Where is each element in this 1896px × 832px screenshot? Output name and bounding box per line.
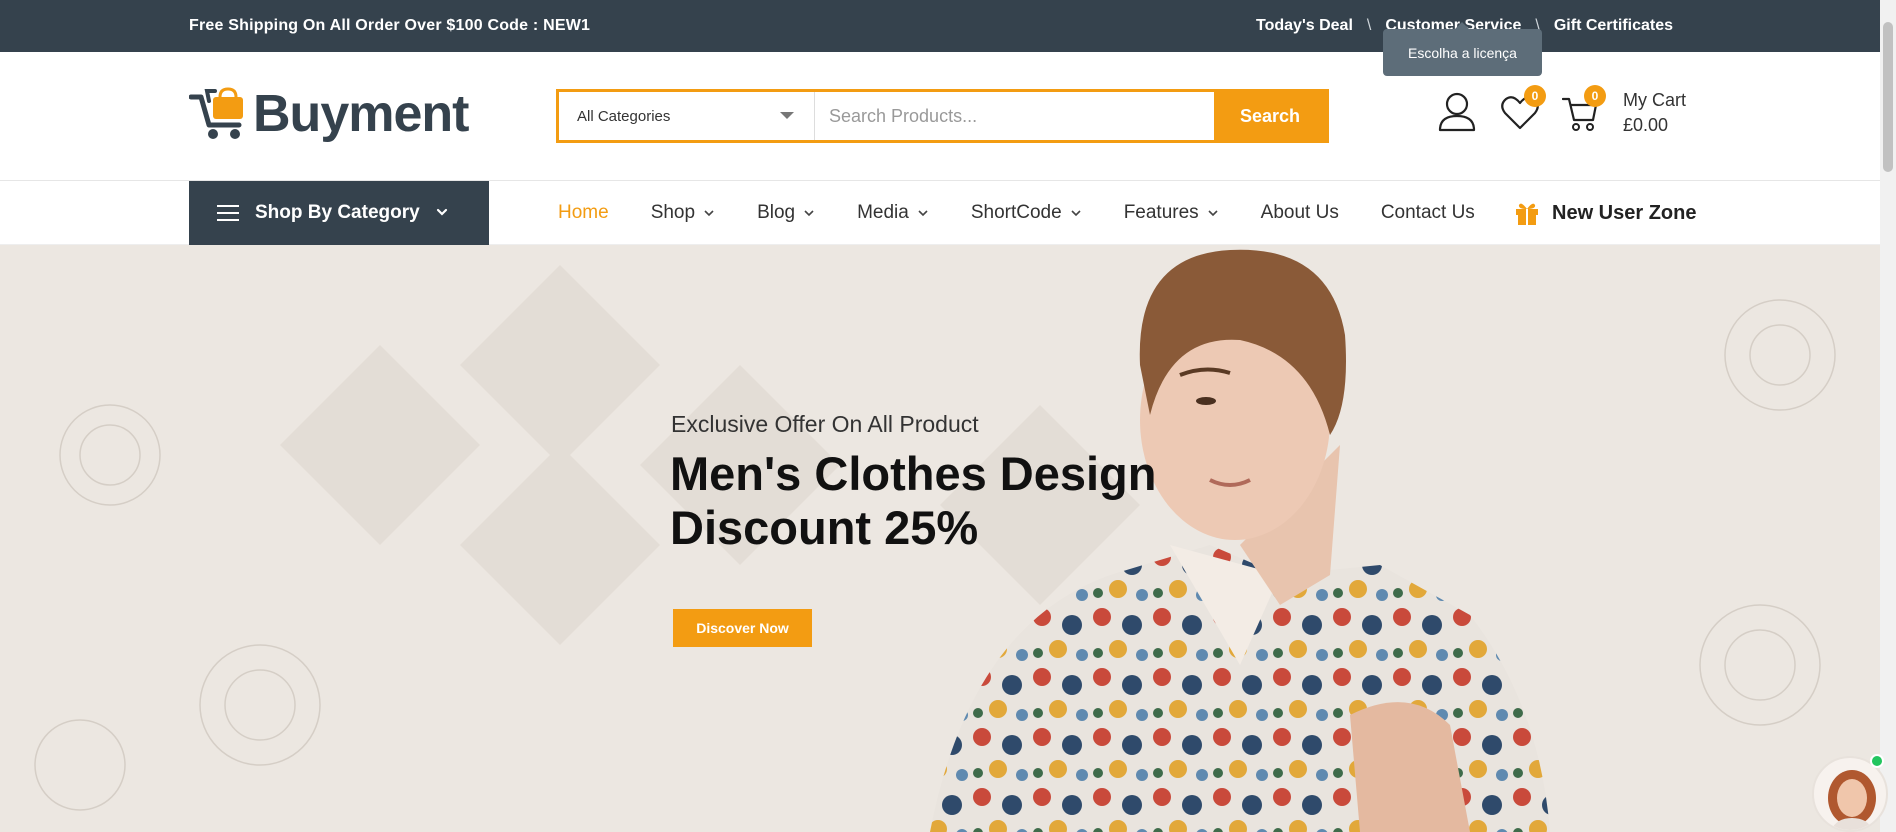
top-bar: Free Shipping On All Order Over $100 Cod… <box>0 0 1880 52</box>
nav-item-home[interactable]: Home <box>558 202 609 224</box>
nav-item-shop[interactable]: Shop <box>651 202 715 224</box>
nav-item-label: About Us <box>1260 202 1339 223</box>
chevron-down-icon <box>918 210 928 217</box>
gift-certificates-link[interactable]: Gift Certificates <box>1554 17 1673 35</box>
menu-icon <box>217 205 239 221</box>
new-user-zone-label: New User Zone <box>1552 201 1697 224</box>
nav-item-contact-us[interactable]: Contact Us <box>1381 202 1475 224</box>
hero-title-line-1: Men's Clothes Design <box>670 447 1157 500</box>
menu: Home Shop Blog Media ShortCode Features … <box>558 181 1517 245</box>
chevron-down-icon <box>436 208 448 216</box>
shipping-promo: Free Shipping On All Order Over $100 Cod… <box>189 17 591 34</box>
todays-deal-link[interactable]: Today's Deal <box>1256 17 1353 35</box>
chevron-down-icon <box>704 210 714 217</box>
chevron-down-icon <box>1071 210 1081 217</box>
logo-text: Buyment <box>253 85 469 143</box>
online-status-dot <box>1870 754 1884 768</box>
discover-now-button[interactable]: Discover Now <box>673 609 812 647</box>
nav-item-blog[interactable]: Blog <box>757 202 815 224</box>
nav-item-features[interactable]: Features <box>1124 202 1219 224</box>
shop-by-category-label: Shop By Category <box>255 202 420 223</box>
nav-item-label: ShortCode <box>970 202 1062 223</box>
cart-logo-icon <box>189 87 243 139</box>
chevron-down-icon <box>804 210 814 217</box>
nav-item-media[interactable]: Media <box>857 202 929 224</box>
license-tooltip[interactable]: Escolha a licença <box>1383 22 1542 76</box>
user-icon[interactable] <box>1438 92 1476 132</box>
cart-count-badge: 0 <box>1584 85 1606 107</box>
scrollbar-thumb[interactable] <box>1883 22 1893 172</box>
shop-by-category-button[interactable]: Shop By Category <box>189 181 489 245</box>
nav-item-label: Contact Us <box>1380 202 1475 223</box>
logo[interactable]: Buyment <box>189 85 469 143</box>
mini-cart[interactable]: My Cart £0.00 <box>1623 88 1686 138</box>
new-user-zone-link[interactable]: New User Zone <box>1514 181 1696 245</box>
gift-icon <box>1516 203 1538 225</box>
chevron-down-icon <box>1208 210 1218 217</box>
cart-label: My Cart <box>1623 90 1686 110</box>
nav-item-shortcode[interactable]: ShortCode <box>971 202 1082 224</box>
caret-down-icon <box>780 112 794 119</box>
header: Buyment All Categories Search 0 0 My Car… <box>0 52 1880 181</box>
search-button[interactable]: Search <box>1214 92 1326 140</box>
nav-item-label: Media <box>857 202 909 223</box>
category-select-value: All Categories <box>577 107 671 125</box>
hero-title: Men's Clothes Design Discount 25% <box>670 447 1230 555</box>
wishlist-count-badge: 0 <box>1524 85 1546 107</box>
nav-item-label: Blog <box>757 202 796 223</box>
hero-banner: Exclusive Offer On All Product Men's Clo… <box>0 245 1880 832</box>
main-nav: Shop By Category Home Shop Blog Media Sh… <box>0 181 1880 245</box>
nav-item-label: Home <box>558 202 609 223</box>
hero-title-line-2: Discount 25% <box>670 501 979 554</box>
hero-subtitle: Exclusive Offer On All Product <box>671 411 979 437</box>
separator: \ <box>1366 17 1372 34</box>
cart-total: £0.00 <box>1623 115 1669 135</box>
nav-item-label: Features <box>1123 202 1199 223</box>
page-scrollbar[interactable] <box>1880 0 1896 832</box>
category-select[interactable]: All Categories <box>559 92 815 140</box>
search-input[interactable] <box>815 92 1214 140</box>
nav-item-about-us[interactable]: About Us <box>1261 202 1339 224</box>
search-bar: All Categories Search <box>556 89 1329 143</box>
nav-item-label: Shop <box>650 202 696 223</box>
